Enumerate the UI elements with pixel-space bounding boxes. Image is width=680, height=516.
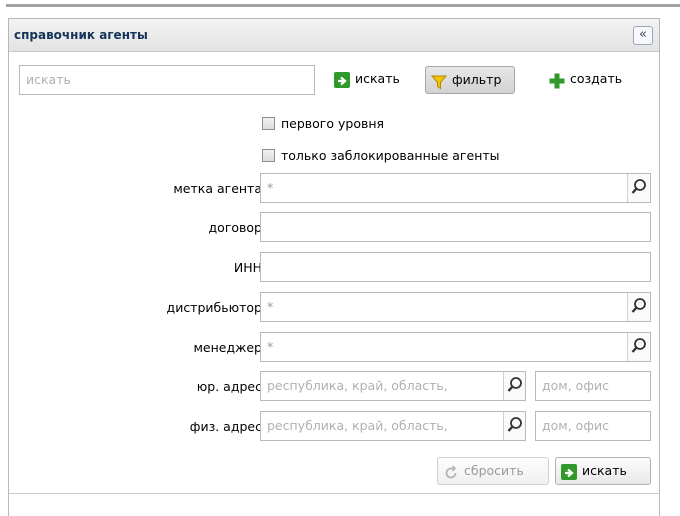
- blocked-only-label: только заблокированные агенты: [281, 148, 500, 163]
- magnifier-icon: [507, 417, 522, 432]
- search-input[interactable]: искать: [19, 65, 315, 95]
- first-level-label: первого уровня: [281, 116, 385, 131]
- physical-address-lookup-button[interactable]: [503, 412, 525, 440]
- physical-address-house-field[interactable]: дом, офис: [535, 411, 651, 441]
- arrow-right-icon: [334, 72, 350, 88]
- inn-label: ИНН: [233, 260, 262, 275]
- filter-button[interactable]: фильтр: [425, 66, 515, 94]
- reset-icon: [443, 464, 459, 480]
- legal-address-region-field[interactable]: республика, край, область,: [260, 371, 526, 401]
- apply-search-button[interactable]: искать: [555, 457, 651, 485]
- create-button-label: создать: [570, 71, 623, 86]
- distributor-value: *: [267, 299, 274, 314]
- contract-label: договор: [208, 220, 262, 235]
- agent-tag-lookup-button[interactable]: [627, 174, 649, 202]
- manager-value: *: [267, 339, 274, 354]
- agent-tag-value: *: [267, 180, 274, 195]
- distributor-lookup-button[interactable]: [627, 293, 649, 321]
- plus-icon: [549, 72, 565, 89]
- search-button-label: искать: [355, 71, 400, 86]
- manager-lookup-button[interactable]: [627, 333, 649, 361]
- collapse-button[interactable]: «: [633, 26, 653, 45]
- apply-search-button-label: искать: [582, 463, 627, 478]
- magnifier-icon: [631, 338, 646, 353]
- blocked-only-checkbox[interactable]: [262, 149, 275, 162]
- search-button[interactable]: искать: [329, 66, 406, 94]
- agent-tag-label: метка агента: [173, 181, 262, 196]
- window-top-border: [0, 0, 680, 8]
- distributor-label: дистрибьютор: [166, 300, 262, 315]
- contract-field[interactable]: [260, 212, 651, 242]
- legal-address-house-field[interactable]: дом, офис: [535, 371, 651, 401]
- create-button[interactable]: создать: [544, 66, 628, 94]
- panel-title: справочник агенты: [14, 28, 148, 42]
- reset-button-label: сбросить: [464, 463, 524, 478]
- panel-header: справочник агенты «: [9, 19, 659, 52]
- funnel-icon: [430, 73, 448, 90]
- magnifier-icon: [631, 179, 646, 194]
- divider: [9, 493, 659, 494]
- reset-button[interactable]: сбросить: [437, 457, 549, 485]
- physical-address-region-field[interactable]: республика, край, область,: [260, 411, 526, 441]
- legal-address-label: юр. адрес: [196, 379, 262, 394]
- arrow-right-icon: [561, 464, 577, 480]
- manager-label: менеджер: [193, 340, 262, 355]
- filter-button-label: фильтр: [452, 72, 502, 87]
- agent-tag-field[interactable]: *: [260, 173, 651, 203]
- distributor-field[interactable]: *: [260, 292, 651, 322]
- first-level-checkbox[interactable]: [262, 117, 275, 130]
- magnifier-icon: [507, 377, 522, 392]
- magnifier-icon: [631, 298, 646, 313]
- legal-address-lookup-button[interactable]: [503, 372, 525, 400]
- agents-panel: справочник агенты « искать искать фильтр…: [8, 18, 660, 516]
- physical-address-label: физ. адрес: [189, 419, 262, 434]
- inn-field[interactable]: [260, 252, 651, 282]
- manager-field[interactable]: *: [260, 332, 651, 362]
